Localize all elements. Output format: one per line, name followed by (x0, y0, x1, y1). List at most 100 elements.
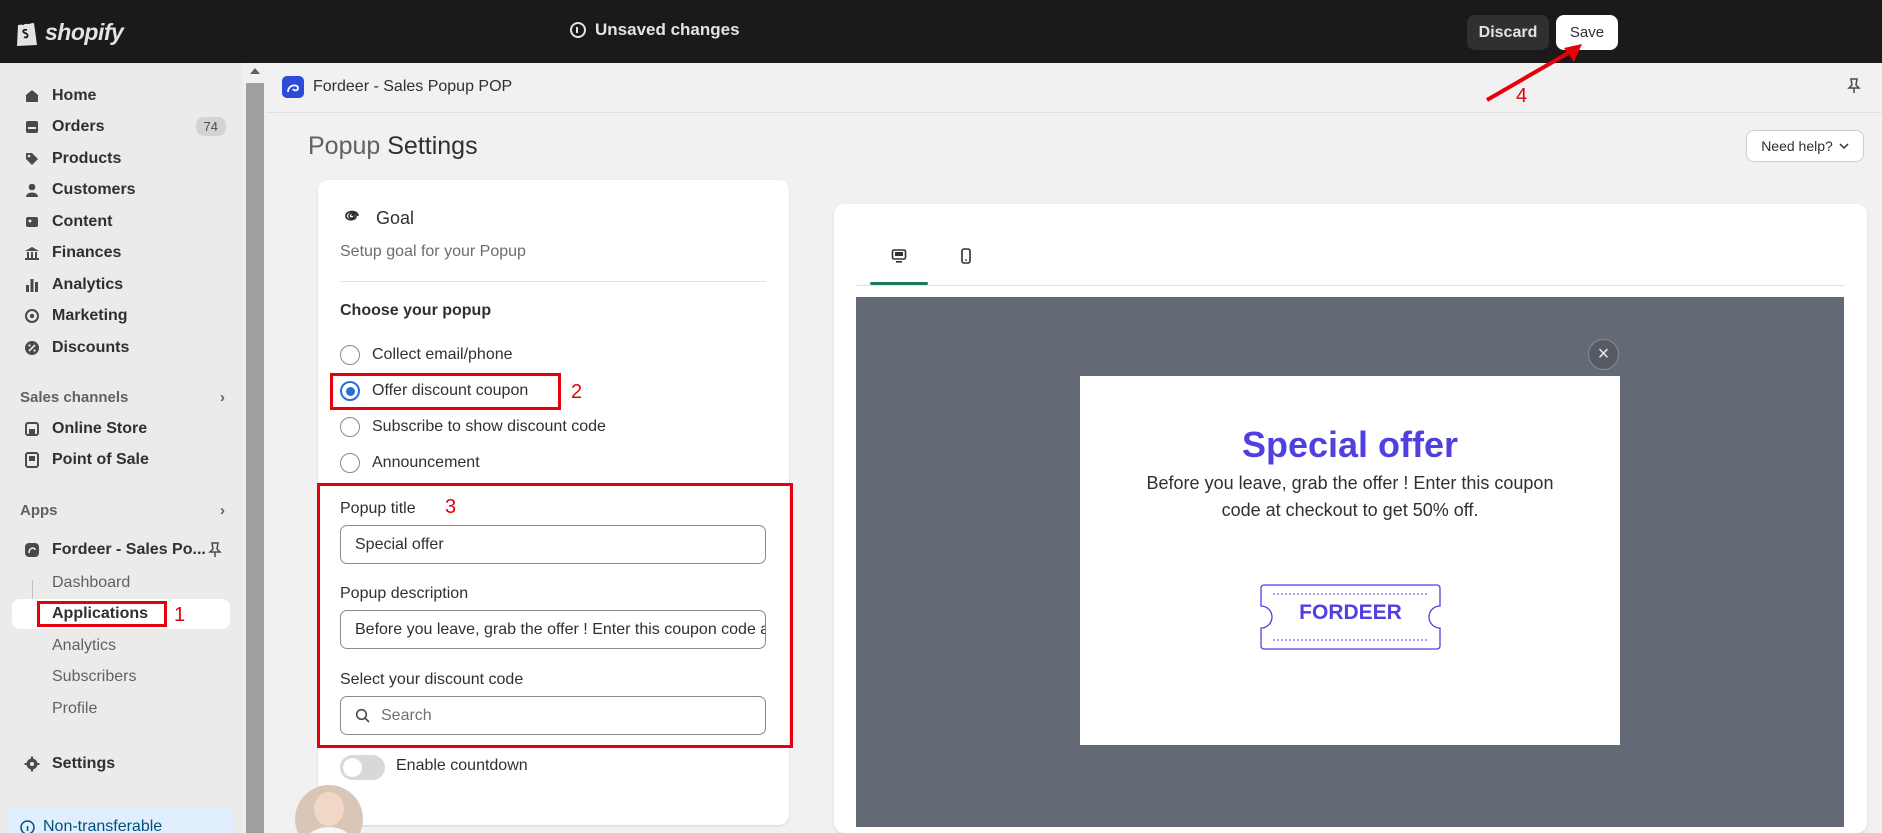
orders-count-badge: 74 (195, 117, 226, 136)
shopify-bag-icon (17, 19, 37, 46)
need-help-label: Need help? (1761, 138, 1833, 154)
popup-preview-description: Before you leave, grab the offer ! Enter… (1146, 473, 1554, 520)
store-icon (25, 422, 39, 436)
info-icon (570, 22, 586, 38)
sidebar-item-products[interactable]: Products (12, 144, 230, 174)
sidebar-item-label: Customers (52, 181, 136, 198)
sales-channels-heading[interactable]: Sales channels › (20, 389, 225, 406)
sidebar-item-fordeer-app[interactable]: Fordeer - Sales Po... (12, 535, 230, 565)
sidebar-item-label: Point of Sale (52, 451, 149, 468)
annotation-number-3: 3 (445, 496, 457, 518)
subitem-profile[interactable]: Profile (52, 700, 97, 718)
sidebar-scrollbar[interactable] (243, 63, 267, 833)
tab-desktop-preview[interactable] (870, 240, 928, 285)
radio-label: Subscribe to show discount code (372, 418, 606, 435)
sidebar-item-marketing[interactable]: Marketing (12, 301, 230, 331)
non-transferable-banner[interactable]: Non-transferable (8, 807, 234, 833)
sidebar-item-finances[interactable]: Finances (12, 238, 230, 268)
tag-icon (26, 153, 38, 165)
choose-popup-heading: Choose your popup (340, 302, 492, 319)
sidebar-item-label: Finances (52, 244, 122, 261)
annotation-box-3 (317, 483, 793, 748)
annotation-box-2 (330, 373, 561, 410)
non-transferable-text: Non-transferable (43, 818, 163, 833)
sidebar-item-label: Products (52, 150, 122, 167)
subitem-subscribers[interactable]: Subscribers (52, 668, 136, 686)
radio-collect-email-phone[interactable]: Collect email/phone (340, 345, 513, 365)
apps-label: Apps (20, 502, 58, 519)
orders-icon (26, 121, 38, 133)
radio-subscribe-show-code[interactable]: Subscribe to show discount code (340, 417, 606, 437)
sidebar-item-content[interactable]: Content (12, 207, 230, 237)
divider (340, 281, 766, 282)
bank-icon (25, 247, 39, 260)
sidebar-item-settings[interactable]: Settings (12, 749, 230, 779)
radio-circle[interactable] (340, 453, 360, 473)
unsaved-changes-text: Unsaved changes (595, 20, 740, 39)
sales-channels-label: Sales channels (20, 389, 129, 406)
enable-countdown-toggle[interactable] (340, 755, 385, 780)
content-icon (26, 217, 38, 227)
sidebar-item-label: Discounts (52, 339, 130, 356)
need-help-button[interactable]: Need help? (1746, 130, 1864, 162)
sidebar-item-orders[interactable]: Orders 74 (12, 112, 230, 142)
sidebar-item-label: Online Store (52, 420, 148, 437)
radio-circle[interactable] (340, 417, 360, 437)
pin-icon[interactable] (1846, 78, 1862, 94)
annotation-number-1: 1 (174, 604, 186, 626)
sidebar-item-label: Settings (52, 755, 116, 772)
home-icon (26, 90, 38, 102)
target-icon (25, 309, 39, 323)
fordeer-app-icon (25, 543, 39, 557)
breadcrumb: Popup Settings (308, 132, 478, 161)
radio-announcement[interactable]: Announcement (340, 453, 480, 473)
breadcrumb-parent[interactable]: Popup (308, 132, 380, 160)
tab-mobile-preview[interactable] (937, 240, 995, 285)
annotation-number-2: 2 (571, 381, 583, 403)
goal-spiral-icon (345, 210, 359, 221)
sidebar-item-label: Home (52, 87, 97, 104)
sidebar-item-point-of-sale[interactable]: Point of Sale (12, 445, 230, 475)
person-icon (26, 183, 38, 197)
desktop-icon (891, 249, 907, 263)
unsaved-changes-status: Unsaved changes (570, 20, 740, 40)
sidebar-item-analytics[interactable]: Analytics (12, 270, 230, 300)
goal-description: Setup goal for your Popup (340, 243, 526, 260)
chevron-right-icon: › (220, 502, 225, 519)
sidebar-item-label: Fordeer - Sales Po... (52, 541, 206, 558)
info-icon (20, 819, 35, 833)
pos-icon (25, 452, 39, 468)
close-icon[interactable]: × (1588, 339, 1619, 370)
sidebar-item-discounts[interactable]: Discounts (12, 333, 230, 363)
apps-heading[interactable]: Apps › (20, 502, 225, 519)
sidebar-item-label: Orders (52, 118, 105, 135)
logo-text: shopify (45, 18, 124, 45)
subitem-analytics[interactable]: Analytics (52, 637, 116, 655)
pin-icon[interactable] (208, 542, 222, 558)
app-title: Fordeer - Sales Popup POP (313, 78, 513, 95)
discount-icon (25, 341, 39, 355)
annotation-arrow-4 (1485, 44, 1582, 102)
app-header-bar: Fordeer - Sales Popup POP (267, 63, 1882, 113)
shopify-logo[interactable]: shopify (14, 17, 124, 47)
scrollbar-thumb[interactable] (246, 83, 264, 833)
chevron-right-icon: › (220, 389, 225, 406)
sidebar-item-home[interactable]: Home (12, 81, 230, 111)
scroll-up-arrow-icon[interactable] (250, 68, 260, 74)
goal-title: Goal (376, 208, 415, 228)
chevron-down-icon (1839, 143, 1849, 150)
radio-circle[interactable] (340, 345, 360, 365)
annotation-box-1 (37, 601, 167, 627)
coupon-ticket: FORDEER (1260, 584, 1441, 650)
popup-preview: Special offer Before you leave, grab the… (1080, 376, 1620, 745)
sidebar-item-online-store[interactable]: Online Store (12, 414, 230, 444)
subitem-dashboard[interactable]: Dashboard (52, 574, 130, 592)
sidebar-item-label: Content (52, 213, 113, 230)
bar-chart-icon (26, 279, 38, 292)
sidebar-item-customers[interactable]: Customers (12, 175, 230, 205)
radio-label: Collect email/phone (372, 346, 513, 363)
tabs-divider (855, 285, 1845, 286)
enable-countdown-label: Enable countdown (396, 757, 528, 774)
popup-preview-title: Special offer (1241, 424, 1459, 465)
radio-label: Announcement (372, 454, 480, 471)
